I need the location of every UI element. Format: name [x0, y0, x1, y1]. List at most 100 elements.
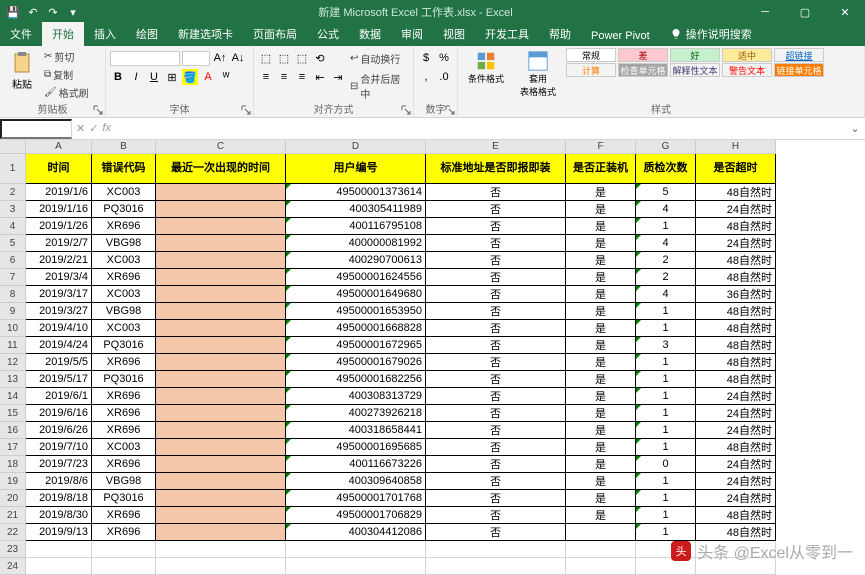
- data-cell[interactable]: [156, 252, 286, 269]
- border-button[interactable]: ⊞: [164, 69, 180, 85]
- data-cell[interactable]: XR696: [92, 524, 156, 541]
- data-cell[interactable]: [156, 422, 286, 439]
- data-cell[interactable]: VBG98: [92, 303, 156, 320]
- data-cell[interactable]: 是: [566, 269, 636, 286]
- data-cell[interactable]: 2019/1/16: [26, 201, 92, 218]
- data-cell[interactable]: 49500001373614: [286, 184, 426, 201]
- data-cell[interactable]: 2019/5/5: [26, 354, 92, 371]
- empty-cell[interactable]: [636, 558, 696, 575]
- data-cell[interactable]: 2019/3/17: [26, 286, 92, 303]
- data-cell[interactable]: 是: [566, 354, 636, 371]
- data-cell[interactable]: XC003: [92, 252, 156, 269]
- row-header[interactable]: 15: [0, 405, 26, 422]
- align-top-icon[interactable]: ⬚: [258, 50, 274, 66]
- header-cell[interactable]: 错误代码: [92, 154, 156, 184]
- data-cell[interactable]: 否: [426, 320, 566, 337]
- data-cell[interactable]: 48自然时: [696, 439, 776, 456]
- data-cell[interactable]: VBG98: [92, 235, 156, 252]
- data-cell[interactable]: 1: [636, 320, 696, 337]
- empty-cell[interactable]: [26, 541, 92, 558]
- align-center-icon[interactable]: ≡: [276, 69, 292, 85]
- style-warning[interactable]: 警告文本: [722, 63, 772, 77]
- row-header[interactable]: 21: [0, 507, 26, 524]
- tab-data[interactable]: 数据: [349, 22, 391, 46]
- data-cell[interactable]: 2019/8/6: [26, 473, 92, 490]
- data-cell[interactable]: [156, 235, 286, 252]
- fx-cancel-icon[interactable]: ✕: [76, 122, 85, 135]
- style-linked-cell[interactable]: 链接单元格: [774, 63, 824, 77]
- data-cell[interactable]: 否: [426, 507, 566, 524]
- row-header[interactable]: 7: [0, 269, 26, 286]
- data-cell[interactable]: 否: [426, 354, 566, 371]
- data-cell[interactable]: 否: [426, 201, 566, 218]
- cut-button[interactable]: ✂剪切: [42, 48, 91, 65]
- data-cell[interactable]: 否: [426, 235, 566, 252]
- indent-inc-icon[interactable]: ⇥: [330, 69, 346, 85]
- data-cell[interactable]: 24自然时: [696, 388, 776, 405]
- row-header[interactable]: 23: [0, 541, 26, 558]
- data-cell[interactable]: PQ3016: [92, 490, 156, 507]
- data-cell[interactable]: 48自然时: [696, 252, 776, 269]
- data-cell[interactable]: 49500001653950: [286, 303, 426, 320]
- data-cell[interactable]: 400290700613: [286, 252, 426, 269]
- data-cell[interactable]: 1: [636, 303, 696, 320]
- data-cell[interactable]: XR696: [92, 218, 156, 235]
- indent-dec-icon[interactable]: ⇤: [312, 69, 328, 85]
- data-cell[interactable]: [156, 269, 286, 286]
- col-header-G[interactable]: G: [636, 140, 696, 154]
- tab-file[interactable]: 文件: [0, 22, 42, 46]
- style-explanatory[interactable]: 解释性文本: [670, 63, 720, 77]
- col-header-A[interactable]: A: [26, 140, 92, 154]
- data-cell[interactable]: 是: [566, 473, 636, 490]
- data-cell[interactable]: 否: [426, 303, 566, 320]
- fill-color-button[interactable]: 🪣: [182, 69, 198, 85]
- data-cell[interactable]: 是: [566, 371, 636, 388]
- dialog-launcher-icon[interactable]: [445, 105, 455, 115]
- formula-input[interactable]: [115, 121, 845, 137]
- empty-cell[interactable]: [566, 541, 636, 558]
- data-cell[interactable]: 24自然时: [696, 422, 776, 439]
- comma-icon[interactable]: ,: [418, 69, 434, 85]
- data-cell[interactable]: XC003: [92, 439, 156, 456]
- name-box[interactable]: [0, 119, 72, 139]
- data-cell[interactable]: [156, 218, 286, 235]
- style-check-cell[interactable]: 检查单元格: [618, 63, 668, 77]
- close-button[interactable]: ✕: [825, 0, 865, 24]
- data-cell[interactable]: 2019/2/7: [26, 235, 92, 252]
- data-cell[interactable]: 400309640858: [286, 473, 426, 490]
- data-cell[interactable]: PQ3016: [92, 371, 156, 388]
- tell-me-search[interactable]: 操作说明搜索: [660, 22, 762, 46]
- wrap-text-button[interactable]: ↩自动换行: [348, 50, 409, 67]
- data-cell[interactable]: XR696: [92, 456, 156, 473]
- fx-confirm-icon[interactable]: ✓: [89, 122, 98, 135]
- row-header[interactable]: 19: [0, 473, 26, 490]
- phonetic-button[interactable]: ᵂ: [218, 69, 234, 85]
- align-bottom-icon[interactable]: ⬚: [294, 50, 310, 66]
- orientation-icon[interactable]: ⟲: [312, 50, 328, 66]
- tab-home[interactable]: 开始: [42, 22, 84, 46]
- data-cell[interactable]: XC003: [92, 184, 156, 201]
- data-cell[interactable]: [156, 371, 286, 388]
- row-header[interactable]: 20: [0, 490, 26, 507]
- row-header[interactable]: 3: [0, 201, 26, 218]
- col-header-B[interactable]: B: [92, 140, 156, 154]
- italic-button[interactable]: I: [128, 69, 144, 85]
- style-good[interactable]: 好: [670, 48, 720, 62]
- data-cell[interactable]: XR696: [92, 422, 156, 439]
- data-cell[interactable]: XR696: [92, 507, 156, 524]
- data-cell[interactable]: XR696: [92, 354, 156, 371]
- row-header[interactable]: 16: [0, 422, 26, 439]
- data-cell[interactable]: VBG98: [92, 473, 156, 490]
- header-cell[interactable]: 标准地址是否即报即装: [426, 154, 566, 184]
- empty-cell[interactable]: [696, 541, 776, 558]
- row-header[interactable]: 10: [0, 320, 26, 337]
- style-neutral[interactable]: 适中: [722, 48, 772, 62]
- data-cell[interactable]: 400305411989: [286, 201, 426, 218]
- data-cell[interactable]: 1: [636, 371, 696, 388]
- data-cell[interactable]: 2019/5/17: [26, 371, 92, 388]
- select-all-corner[interactable]: [0, 140, 26, 154]
- data-cell[interactable]: 48自然时: [696, 320, 776, 337]
- data-cell[interactable]: 1: [636, 490, 696, 507]
- save-icon[interactable]: 💾: [6, 5, 20, 19]
- empty-cell[interactable]: [426, 558, 566, 575]
